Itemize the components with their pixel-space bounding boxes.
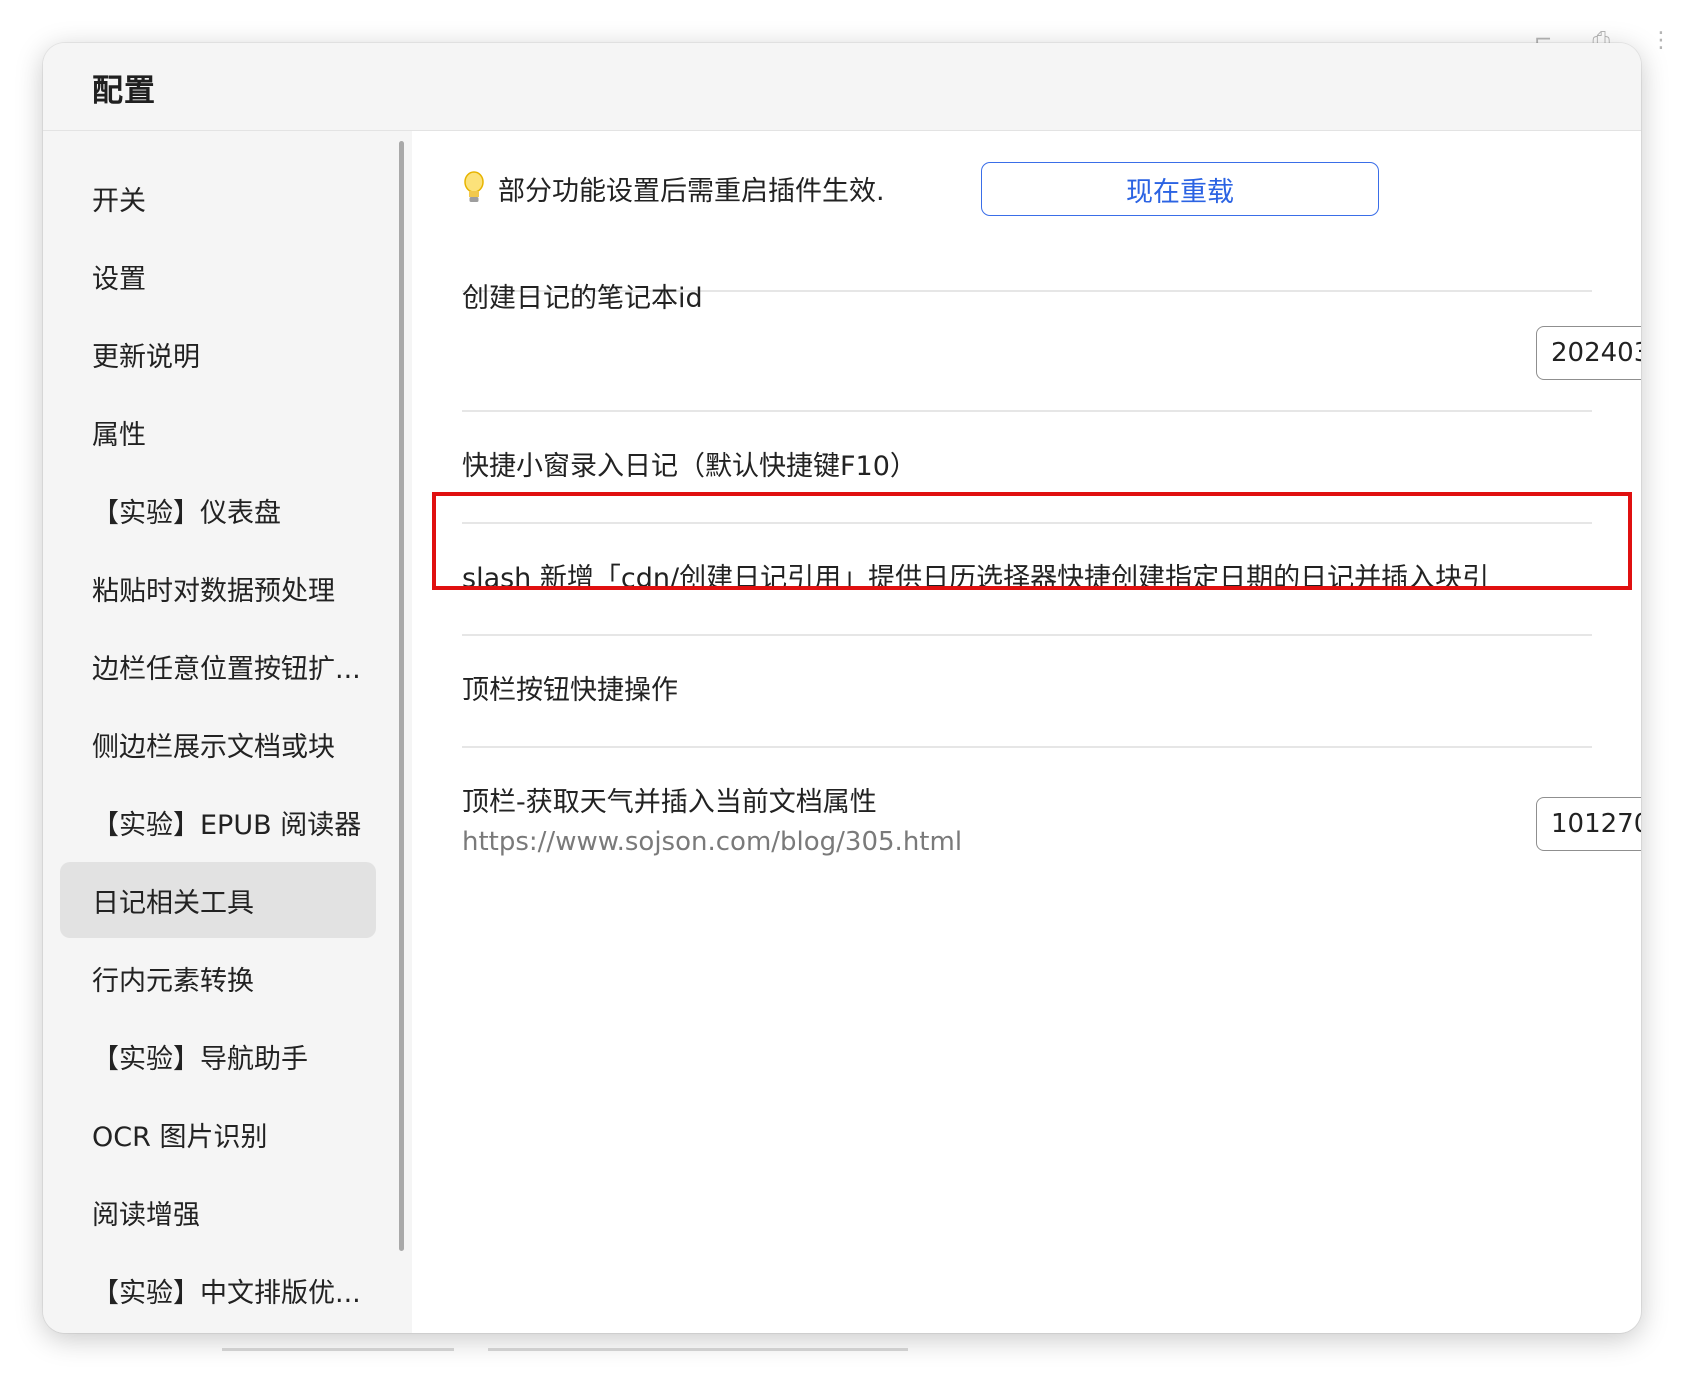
sidebar-item-typesetting[interactable]: 【实验】中文排版优... [60,1252,376,1328]
sidebar-item-attributes[interactable]: 属性 [60,394,376,470]
sidebar-item-nav-assistant[interactable]: 【实验】导航助手 [60,1018,376,1094]
row-divider [462,410,1592,412]
background-bar [488,1348,908,1351]
sidebar-item-dashboard[interactable]: 【实验】仪表盘 [60,472,376,548]
sidebar-item-switch[interactable]: 开关 [60,160,376,236]
dialog-title: 配置 [92,73,156,109]
notebook-id-label: 创建日记的笔记本id [462,283,703,314]
sidebar-item-changelog[interactable]: 更新说明 [60,316,376,392]
row-divider [462,634,1592,636]
sidebar-item-diary-tools[interactable]: 日记相关工具 [60,862,376,938]
settings-dialog: 配置 开关 设置 更新说明 属性 【实验】仪表盘 粘贴时对数据预处理 边栏任意位… [43,43,1641,1333]
screen: ⌐ ⎙ ⋮ 配置 开关 设置 更新说明 属性 【实验】仪表盘 粘贴时对数据预处理… [0,0,1692,1382]
row-divider [462,746,1592,748]
weather-doc-link[interactable]: https://www.sojson.com/blog/305.html [462,827,962,857]
weather-city-code-input[interactable] [1536,797,1641,851]
lightbulb-icon [464,171,484,202]
more-icon[interactable]: ⋮ [1650,28,1672,53]
dialog-header: 配置 [43,43,1641,131]
sidebar-item-ocr[interactable]: OCR 图片识别 [60,1096,376,1172]
settings-content: 部分功能设置后需重启插件生效. 现在重载 创建日记的笔记本id 快捷小窗录入日记… [413,131,1641,1333]
sidebar-item-sidebar-button[interactable]: 边栏任意位置按钮扩... [60,628,376,704]
settings-sidebar: 开关 设置 更新说明 属性 【实验】仪表盘 粘贴时对数据预处理 边栏任意位置按钮… [43,131,412,1333]
sidebar-item-inline-convert[interactable]: 行内元素转换 [60,940,376,1016]
sidebar-scrollbar[interactable] [399,141,404,1251]
quick-window-label: 快捷小窗录入日记（默认快捷键F10） [462,451,917,482]
topbar-button-label: 顶栏按钮快捷操作 [462,675,678,706]
background-bar [222,1348,454,1351]
weather-label: 顶栏-获取天气并插入当前文档属性 [462,787,877,818]
slash-cdn-label: slash 新增「cdn/创建日记引用」提供日历选择器快捷创建指定日期的日记并插… [462,563,1490,594]
sidebar-item-epub-reader[interactable]: 【实验】EPUB 阅读器 [60,784,376,860]
sidebar-item-reading[interactable]: 阅读增强 [60,1174,376,1250]
restart-notice-text: 部分功能设置后需重启插件生效. [498,176,885,207]
notebook-id-input[interactable] [1536,326,1641,380]
reload-now-button[interactable]: 现在重载 [981,162,1379,216]
sidebar-item-settings[interactable]: 设置 [60,238,376,314]
row-divider [462,522,1592,524]
sidebar-item-paste-preprocess[interactable]: 粘贴时对数据预处理 [60,550,376,626]
sidebar-item-sidebar-doc[interactable]: 侧边栏展示文档或块 [60,706,376,782]
